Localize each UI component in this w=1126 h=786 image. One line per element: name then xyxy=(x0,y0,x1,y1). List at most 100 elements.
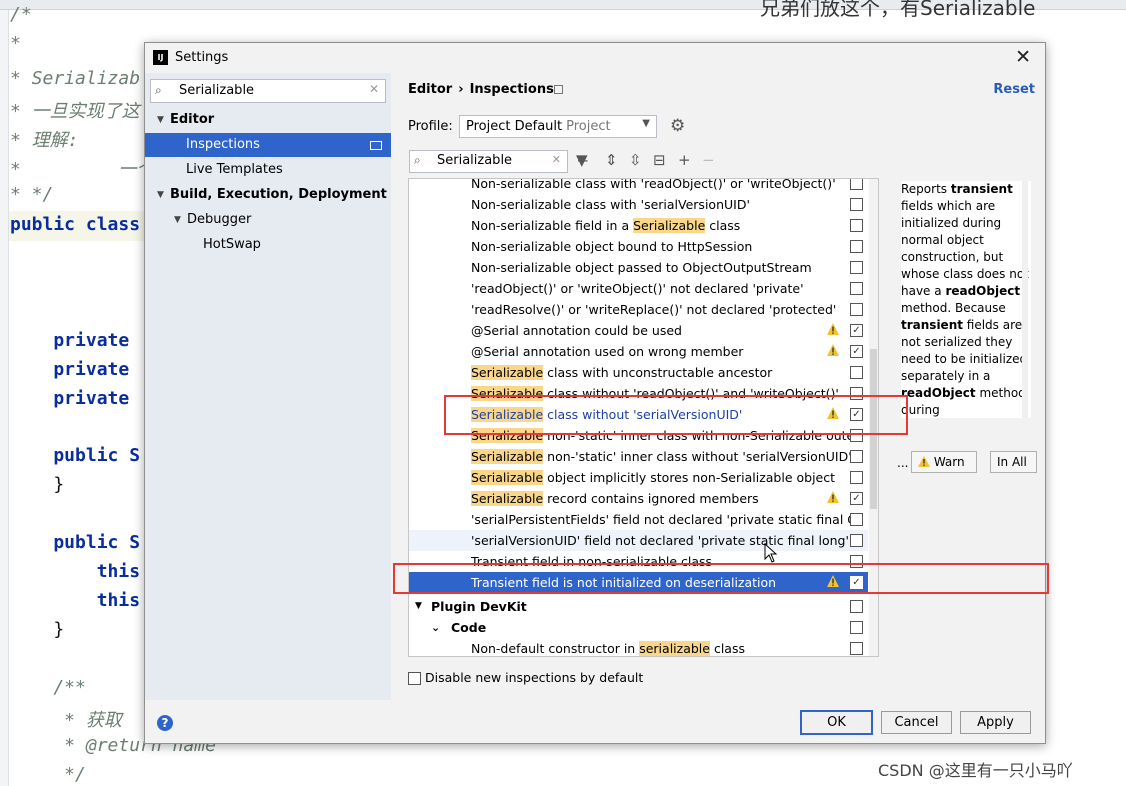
profile-label: Profile: xyxy=(408,119,453,134)
ok-button[interactable]: OK xyxy=(800,710,873,735)
inspection-checkbox[interactable] xyxy=(850,534,863,547)
code-line: public class xyxy=(10,214,141,235)
inspection-checkbox[interactable] xyxy=(850,366,863,379)
tree-item-live-templates[interactable]: Live Templates xyxy=(145,158,391,182)
inspection-row[interactable]: 'readResolve()' or 'writeReplace()' not … xyxy=(409,299,868,320)
checkbox-label: Disable new inspections by default xyxy=(425,670,644,685)
filter-icon[interactable]: ▼̶ xyxy=(576,151,588,169)
severity-select[interactable]: Warn xyxy=(911,451,977,473)
clear-icon[interactable]: ✕ xyxy=(552,153,561,166)
inspection-row[interactable]: 'serialVersionUID' field not declared 'p… xyxy=(409,530,868,551)
scope-select[interactable]: In All xyxy=(990,451,1037,473)
inspection-checkbox[interactable] xyxy=(850,261,863,274)
inspection-checkbox[interactable] xyxy=(850,513,863,526)
reset-to-defaults-icon[interactable]: ⊟ xyxy=(653,151,666,169)
tree-item-inspections[interactable]: Inspections xyxy=(145,133,391,157)
inspection-checkbox[interactable] xyxy=(850,179,863,190)
collapse-all-icon[interactable]: ⇳ xyxy=(629,151,642,169)
clear-icon[interactable]: ✕ xyxy=(369,82,379,96)
inspection-row[interactable]: @Serial annotation used on wrong member ✓ xyxy=(409,341,868,362)
profile-scope: Project xyxy=(566,119,611,134)
inspection-checkbox[interactable]: ✓ xyxy=(850,492,863,505)
breadcrumb-editor[interactable]: Editor xyxy=(408,82,452,97)
inspection-row[interactable]: Non-default constructor in serializable … xyxy=(409,638,868,656)
inspection-row[interactable]: Non-serializable object passed to Object… xyxy=(409,257,868,278)
severity-ellipsis: ... xyxy=(897,456,909,470)
reset-link[interactable]: Reset xyxy=(993,82,1035,97)
watermark: CSDN @这里有一只小马吖 xyxy=(878,761,1073,780)
gear-icon[interactable]: ⚙ xyxy=(670,116,685,136)
cancel-button[interactable]: Cancel xyxy=(881,711,952,734)
group-checkbox[interactable] xyxy=(850,600,863,613)
tree-item-label: HotSwap xyxy=(203,237,261,252)
inspection-label: Serializable record contains ignored mem… xyxy=(471,491,759,506)
annotation-highlight-box xyxy=(444,395,908,435)
profile-select[interactable]: Project Default Project ▼ xyxy=(459,115,657,138)
inspection-label: Non-default constructor in serializable … xyxy=(471,641,745,656)
code-line: this xyxy=(10,561,141,582)
group-label: Plugin DevKit xyxy=(431,599,527,614)
project-scope-icon xyxy=(370,141,382,150)
tree-item-hotswap[interactable]: HotSwap xyxy=(145,233,391,257)
inspection-row[interactable]: 'readObject()' or 'writeObject()' not de… xyxy=(409,278,868,299)
group-checkbox[interactable] xyxy=(850,621,863,634)
breadcrumb: Editor › Inspections xyxy=(408,82,554,97)
tree-item-debugger[interactable]: ▼ Debugger xyxy=(145,208,391,232)
inspection-row[interactable]: @Serial annotation could be used ✓ xyxy=(409,320,868,341)
inspection-label: Non-serializable field in a Serializable… xyxy=(471,218,741,233)
tree-item-label: Debugger xyxy=(187,212,252,227)
inspection-checkbox[interactable] xyxy=(850,642,863,655)
close-icon[interactable]: ✕ xyxy=(1015,46,1031,68)
checkbox-box[interactable] xyxy=(408,672,421,685)
apply-button[interactable]: Apply xyxy=(960,711,1031,734)
tree-item-build-execution-deployment[interactable]: ▼ Build, Execution, Deployment xyxy=(145,183,391,207)
inspection-checkbox[interactable] xyxy=(850,219,863,232)
inspection-row[interactable]: Serializable record contains ignored mem… xyxy=(409,488,868,509)
inspection-row[interactable]: Serializable non-'static' inner class wi… xyxy=(409,446,868,467)
description-text: Reports transient fields which are initi… xyxy=(901,182,1029,417)
inspection-checkbox[interactable]: ✓ xyxy=(850,324,863,337)
code-line: this xyxy=(10,590,141,611)
inspection-row[interactable]: Non-serializable field in a Serializable… xyxy=(409,215,868,236)
settings-sidebar: ⌕ Serializable ✕ ▼ Editor Inspections Li… xyxy=(145,73,391,700)
inspection-checkbox[interactable] xyxy=(850,240,863,253)
expand-all-icon[interactable]: ⇕ xyxy=(605,151,618,169)
remove-icon: − xyxy=(702,151,715,169)
inspection-label: @Serial annotation could be used xyxy=(471,323,682,338)
annotation-highlight-box xyxy=(393,563,1049,594)
code-line: private xyxy=(10,330,130,351)
inspection-row[interactable]: Non-serializable class with 'readObject(… xyxy=(409,179,868,194)
inspection-row[interactable]: Serializable class with unconstructable … xyxy=(409,362,868,383)
inspection-checkbox[interactable] xyxy=(850,198,863,211)
inspection-row[interactable]: Serializable object implicitly stores no… xyxy=(409,467,868,488)
disable-new-inspections-checkbox[interactable]: Disable new inspections by default xyxy=(408,670,643,685)
warning-icon xyxy=(827,323,839,335)
inspection-label: Non-serializable class with 'serialVersi… xyxy=(471,197,750,212)
settings-search-input[interactable]: ⌕ Serializable ✕ xyxy=(150,79,386,103)
tree-item-editor[interactable]: ▼ Editor xyxy=(145,108,391,132)
inspection-label: Serializable object implicitly stores no… xyxy=(471,470,836,485)
code-line: private xyxy=(10,388,130,409)
inspection-row[interactable]: 'serialPersistentFields' field not decla… xyxy=(409,509,868,530)
inspection-checkbox[interactable] xyxy=(850,450,863,463)
inspection-filter-input[interactable]: ⌕ Serializable ✕ xyxy=(409,150,568,173)
inspection-checkbox[interactable] xyxy=(850,282,863,295)
tree-item-label: Inspections xyxy=(186,137,260,152)
breadcrumb-inspections: Inspections xyxy=(469,82,554,97)
inspection-checkbox[interactable]: ✓ xyxy=(850,345,863,358)
inspection-label: 'serialPersistentFields' field not decla… xyxy=(471,512,858,527)
description-scrollbar[interactable] xyxy=(1022,181,1028,418)
code-line: /* xyxy=(10,4,32,25)
code-line: * 获取 xyxy=(10,710,122,731)
inspection-checkbox[interactable] xyxy=(850,303,863,316)
inspection-checkbox[interactable] xyxy=(850,471,863,484)
inspection-row[interactable]: Non-serializable object bound to HttpSes… xyxy=(409,236,868,257)
inspection-row[interactable]: Non-serializable class with 'serialVersi… xyxy=(409,194,868,215)
warning-icon xyxy=(918,456,930,467)
code-line: * 理解: xyxy=(10,130,79,151)
help-icon[interactable]: ? xyxy=(157,715,173,731)
group-code[interactable]: ⌄ Code xyxy=(409,617,868,638)
add-icon[interactable]: + xyxy=(678,151,691,169)
code-line: public S xyxy=(10,445,141,466)
group-plugin-devkit[interactable]: ▼ Plugin DevKit xyxy=(409,596,868,617)
